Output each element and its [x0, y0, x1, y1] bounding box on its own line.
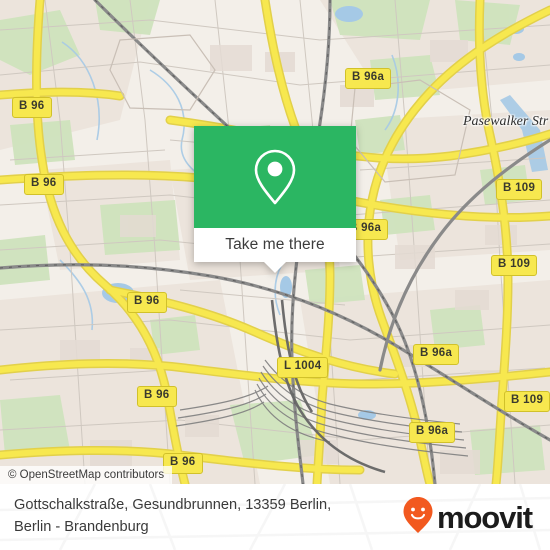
- road-shield[interactable]: L 1004: [277, 357, 329, 378]
- address-line-1: Gottschalkstraße, Gesundbrunnen, 13359 B…: [14, 497, 332, 514]
- road-shield[interactable]: B 96: [12, 97, 52, 118]
- road-shield[interactable]: B 96: [137, 386, 177, 407]
- address-line-2: Berlin - Brandenburg: [14, 519, 149, 535]
- location-callout-card[interactable]: Take me there: [194, 126, 356, 273]
- moovit-wordmark: moovit: [436, 499, 533, 535]
- road-shield[interactable]: B 96a: [345, 68, 392, 89]
- location-address: Gottschalkstraße, Gesundbrunnen, 13359 B…: [14, 495, 331, 538]
- street-name-label: Pasewalker Str: [463, 114, 549, 129]
- callout-pointer-tail: [264, 262, 286, 273]
- road-shield[interactable]: B 109: [496, 179, 543, 200]
- callout-action-panel[interactable]: Take me there: [194, 228, 356, 273]
- road-shield[interactable]: B 109: [504, 391, 550, 412]
- callout-icon-panel: [194, 126, 356, 228]
- road-shield[interactable]: B 109: [491, 255, 538, 276]
- footer-bar: Gottschalkstraße, Gesundbrunnen, 13359 B…: [0, 484, 550, 550]
- location-pin-icon: [253, 148, 297, 206]
- map-attribution-text: © OpenStreetMap contributors: [8, 469, 165, 481]
- map-attribution[interactable]: © OpenStreetMap contributors: [0, 466, 173, 484]
- road-shield[interactable]: B 96: [24, 174, 64, 195]
- road-shield[interactable]: B 96: [127, 292, 167, 313]
- map-canvas[interactable]: B 96 B 96a B 96 B 109 B 109 B 96a B 96 B…: [0, 0, 550, 484]
- moovit-map-screenshot: B 96 B 96a B 96 B 109 B 109 B 96a B 96 B…: [0, 0, 550, 550]
- moovit-pin-icon: [402, 496, 434, 539]
- road-shield[interactable]: B 96a: [409, 422, 456, 443]
- moovit-brand-logo[interactable]: moovit: [402, 496, 536, 539]
- take-me-there-label: Take me there: [225, 236, 325, 253]
- road-shield[interactable]: B 96a: [413, 344, 460, 365]
